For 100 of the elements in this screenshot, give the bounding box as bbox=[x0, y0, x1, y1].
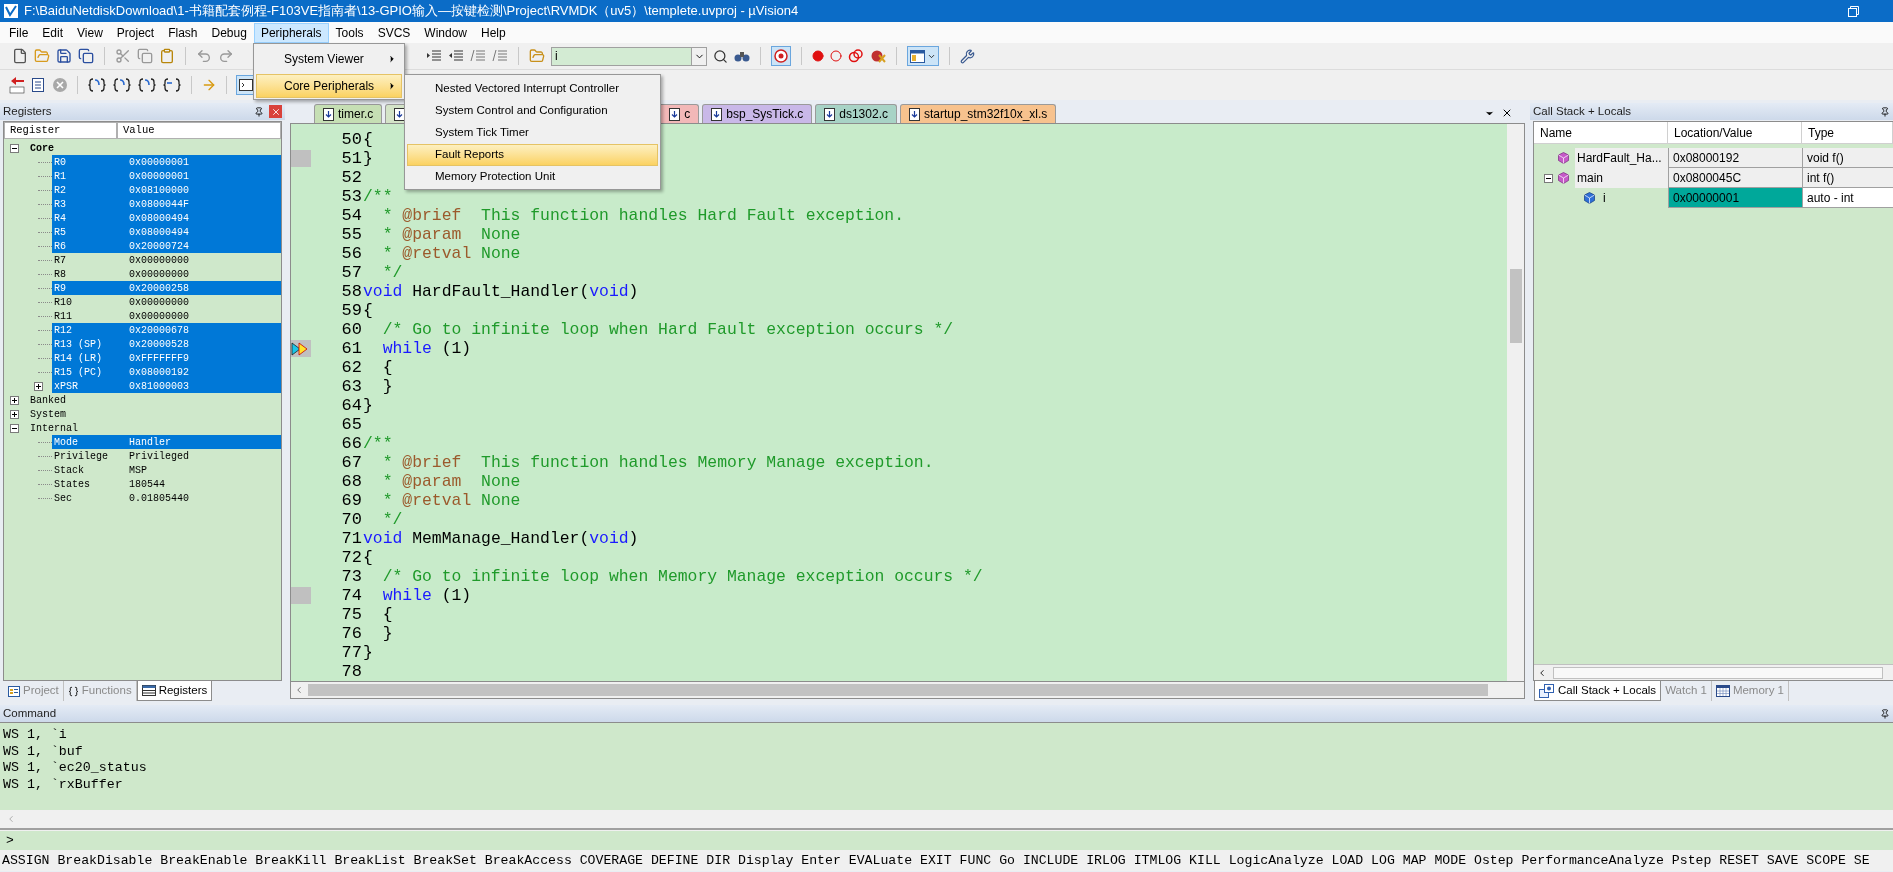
register-row[interactable]: R5 0x08000494 bbox=[52, 225, 281, 239]
register-name: R10 bbox=[54, 295, 73, 310]
register-row[interactable]: Internal bbox=[28, 421, 281, 435]
register-name: R0 bbox=[54, 155, 67, 170]
register-row[interactable]: R15 (PC) 0x08000192 bbox=[52, 365, 281, 379]
register-row[interactable]: R9 0x20000258 bbox=[52, 281, 281, 295]
register-row[interactable]: R13 (SP) 0x20000528 bbox=[52, 337, 281, 351]
menu-entry[interactable]: Fault Reports bbox=[407, 144, 658, 166]
code-line: } bbox=[381, 624, 393, 643]
file-tab[interactable]: ds1302.c bbox=[815, 104, 897, 123]
register-name: R12 bbox=[54, 323, 73, 338]
register-row[interactable]: R8 0x00000000 bbox=[52, 267, 281, 281]
menu-item[interactable]: SVCS bbox=[370, 22, 418, 43]
register-value: 0x81000003 bbox=[129, 379, 189, 394]
find-combo[interactable]: i bbox=[551, 46, 707, 66]
code-line: * @brief This function handles Memory Manage exception. bbox=[381, 453, 934, 472]
code-line: * @retval None bbox=[381, 491, 521, 510]
menu-item[interactable]: Help bbox=[474, 22, 513, 43]
register-row[interactable]: States 180544 bbox=[52, 477, 281, 491]
register-name: Mode bbox=[54, 435, 79, 450]
register-value: 0x00000000 bbox=[129, 253, 189, 268]
register-row[interactable]: R6 0x20000724 bbox=[52, 239, 281, 253]
call-stack-name[interactable]: main bbox=[1575, 168, 1668, 188]
command-output-line: WS 1, `buf bbox=[3, 743, 83, 760]
register-name: R6 bbox=[54, 239, 67, 254]
code-line: } bbox=[363, 149, 373, 168]
register-value: 0x08100000 bbox=[129, 183, 189, 198]
menu-entry[interactable]: System Viewer bbox=[256, 47, 402, 71]
register-row[interactable]: R12 0x20000678 bbox=[52, 323, 281, 337]
menu-item[interactable]: Peripherals bbox=[253, 22, 329, 43]
register-name: R14 (LR) bbox=[54, 351, 103, 366]
register-value: 0.01805440 bbox=[129, 491, 189, 506]
register-value: 0x08000494 bbox=[129, 211, 189, 226]
register-name: Stack bbox=[54, 463, 85, 478]
menu-item[interactable]: Edit bbox=[35, 22, 71, 43]
register-row[interactable]: R0 0x00000001 bbox=[52, 155, 281, 169]
call-stack-type: void f() bbox=[1802, 148, 1893, 168]
menu-entry[interactable]: System Control and Configuration bbox=[407, 100, 658, 122]
command-output-line: WS 1, `ec20_status bbox=[3, 760, 147, 777]
register-row[interactable]: R3 0x0800044F bbox=[52, 197, 281, 211]
call-stack-name[interactable]: i bbox=[1601, 188, 1668, 208]
column-header[interactable]: Type bbox=[1802, 122, 1893, 144]
register-row[interactable]: R14 (LR) 0xFFFFFFF9 bbox=[52, 351, 281, 365]
register-name: R3 bbox=[54, 197, 67, 212]
menu-item[interactable]: Debug bbox=[204, 22, 254, 43]
register-value: 0x00000001 bbox=[129, 155, 189, 170]
file-tab[interactable]: startup_stm32f10x_xl.s bbox=[899, 104, 1057, 123]
register-name: xPSR bbox=[54, 379, 79, 394]
window-title: F:\BaiduNetdiskDownload\1-书籍配套例程-F103VE指南者\13-GPIO输入—按键检测\Project\RVMDK（uv5）\templete.uvproj - µVision4 bbox=[24, 2, 799, 21]
menu-item[interactable]: File bbox=[2, 22, 36, 43]
register-row[interactable]: R7 0x00000000 bbox=[52, 253, 281, 267]
register-row[interactable]: R1 0x00000001 bbox=[52, 169, 281, 183]
register-value: 0x20000724 bbox=[129, 239, 189, 254]
register-row[interactable]: Banked bbox=[28, 393, 281, 407]
register-row[interactable]: R10 0x00000000 bbox=[52, 295, 281, 309]
menu-item[interactable]: View bbox=[70, 22, 110, 43]
column-header[interactable]: Value bbox=[117, 122, 281, 139]
column-header[interactable]: Location/Value bbox=[1668, 122, 1802, 144]
register-name: R8 bbox=[54, 267, 67, 282]
menu-entry[interactable]: System Tick Timer bbox=[407, 122, 658, 144]
register-name: R13 (SP) bbox=[54, 337, 103, 352]
register-value: 0x20000678 bbox=[129, 323, 189, 338]
column-header[interactable]: Register bbox=[4, 122, 117, 139]
panel-tab[interactable]: Call Stack + Locals bbox=[1534, 681, 1662, 701]
menu-item[interactable]: Tools bbox=[328, 22, 371, 43]
register-name: R5 bbox=[54, 225, 67, 240]
register-row[interactable]: System bbox=[28, 407, 281, 421]
register-row[interactable]: xPSR 0x81000003 bbox=[52, 379, 281, 393]
code-line: /** bbox=[363, 434, 393, 453]
register-row[interactable]: R11 0x00000000 bbox=[52, 309, 281, 323]
register-row[interactable]: Stack MSP bbox=[52, 463, 281, 477]
menu-entry[interactable]: Nested Vectored Interrupt Controller bbox=[407, 78, 658, 100]
code-line: while (1) bbox=[381, 586, 472, 605]
file-tab[interactable]: timer.c bbox=[314, 104, 383, 123]
column-header[interactable]: Name bbox=[1534, 122, 1668, 144]
register-row[interactable]: R4 0x08000494 bbox=[52, 211, 281, 225]
command-output-line: WS 1, `rxBuffer bbox=[3, 776, 123, 793]
file-tab[interactable]: bsp_SysTick.c bbox=[702, 104, 813, 123]
register-value: 0x00000000 bbox=[129, 295, 189, 310]
register-row[interactable]: Mode Handler bbox=[52, 435, 281, 449]
register-row[interactable]: R2 0x08100000 bbox=[52, 183, 281, 197]
register-name: R15 (PC) bbox=[54, 365, 103, 380]
register-row[interactable]: Core bbox=[28, 141, 281, 155]
register-row[interactable]: Sec 0.01805440 bbox=[52, 491, 281, 505]
menu-item[interactable]: Project bbox=[109, 22, 162, 43]
code-line: void MemManage_Handler(void) bbox=[363, 529, 639, 548]
call-stack-name[interactable]: HardFault_Ha... bbox=[1575, 148, 1668, 168]
call-stack-location: 0x0800045C bbox=[1668, 168, 1802, 188]
register-name: States bbox=[54, 477, 91, 492]
command-input[interactable]: > bbox=[0, 831, 1893, 850]
code-line: /* Go to infinite loop when Hard Fault exception occurs */ bbox=[381, 320, 954, 339]
register-name: R2 bbox=[54, 183, 67, 198]
menu-item[interactable]: Flash bbox=[161, 22, 205, 43]
register-row[interactable]: Privilege Privileged bbox=[52, 449, 281, 463]
panel-tab[interactable]: Registers bbox=[136, 681, 213, 701]
menu-entry[interactable]: Memory Protection Unit bbox=[407, 166, 658, 188]
code-line: { bbox=[381, 358, 393, 377]
menu-item[interactable]: Window bbox=[417, 22, 474, 43]
menu-entry[interactable]: Core Peripherals bbox=[256, 74, 402, 98]
panel-title: Command bbox=[3, 705, 57, 721]
